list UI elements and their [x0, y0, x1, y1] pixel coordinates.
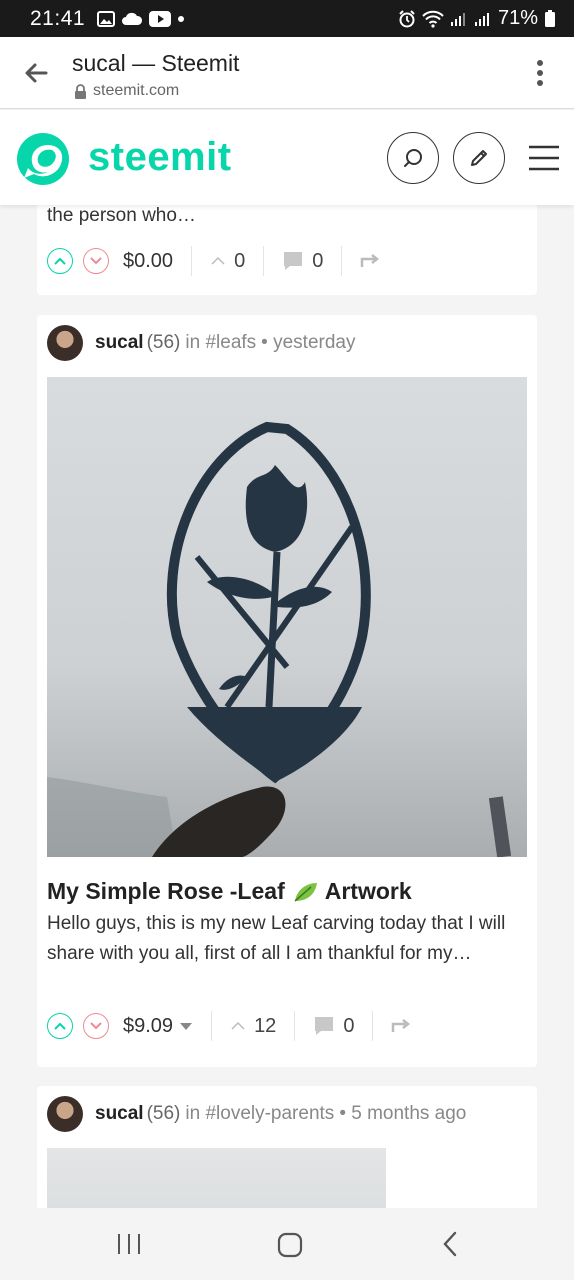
status-bar: 21:41 71% [0, 0, 574, 37]
caret-up-icon [231, 1021, 245, 1030]
leaf-carving-image [47, 421, 512, 857]
hamburger-menu-icon[interactable] [528, 144, 560, 172]
battery-percent: 71% [497, 7, 538, 29]
caret-up-icon [211, 256, 225, 265]
post-actions: $0.00 0 0 [47, 246, 382, 276]
resteem-icon[interactable] [391, 1018, 413, 1034]
downvote-button[interactable] [83, 1013, 109, 1039]
cloud-icon [122, 12, 143, 25]
browser-toolbar: sucal — Steemit steemit.com [0, 37, 574, 109]
vote-count-value: 12 [254, 1014, 277, 1037]
comment-count-value: 0 [343, 1014, 355, 1037]
post-card: the person who… $0.00 0 0 [37, 205, 537, 295]
back-arrow-icon[interactable] [22, 59, 50, 87]
vote-count[interactable]: 12 [230, 1015, 276, 1038]
chevron-up-icon [54, 1022, 66, 1030]
search-icon [404, 149, 422, 167]
comment-icon [284, 252, 303, 270]
post-author-line: sucal (56) in #leafs • yesterday [47, 325, 355, 361]
dot-icon [178, 15, 185, 22]
home-icon[interactable] [276, 1231, 304, 1259]
vote-count[interactable]: 0 [210, 250, 245, 273]
comment-count-value: 0 [312, 249, 324, 272]
post-title[interactable]: My Simple Rose -Leaf Artwork [47, 878, 412, 905]
browser-page-title: sucal — Steemit [72, 50, 240, 76]
post-community[interactable]: in #lovely-parents [185, 1103, 334, 1125]
url-text: steemit.com [93, 82, 180, 99]
chevron-up-icon [54, 257, 66, 265]
post-excerpt[interactable]: Hello guys, this is my new Leaf carving … [47, 909, 523, 969]
author-name[interactable]: sucal [95, 332, 144, 354]
post-time: • 5 months ago [339, 1103, 467, 1124]
vote-count-value: 0 [234, 249, 246, 272]
more-options-icon[interactable] [536, 59, 544, 87]
post-author-line: sucal (56) in #lovely-parents • 5 months… [47, 1096, 466, 1132]
post-time: • yesterday [261, 332, 356, 353]
upvote-button[interactable] [47, 1013, 73, 1039]
avatar[interactable] [47, 1096, 83, 1132]
author-name[interactable]: sucal [95, 1103, 144, 1125]
lock-icon [75, 83, 86, 99]
post-excerpt[interactable]: the person who… [47, 205, 523, 231]
chevron-down-icon [90, 1022, 102, 1030]
comment-icon [315, 1017, 334, 1035]
wifi-icon [422, 10, 444, 28]
steemit-logo-icon[interactable] [14, 130, 72, 188]
post-payout[interactable]: $0.00 [123, 250, 173, 273]
post-image[interactable] [47, 1148, 386, 1208]
site-brand[interactable]: steemit [88, 135, 232, 180]
upvote-button[interactable] [47, 248, 73, 274]
gallery-icon [97, 10, 116, 27]
battery-icon [545, 9, 555, 27]
status-time: 21:41 [30, 6, 86, 30]
alarm-icon [399, 9, 415, 27]
submit-post-button[interactable] [453, 132, 505, 184]
post-actions: $9.09 12 0 [47, 1011, 413, 1041]
author-reputation: (56) [146, 332, 181, 353]
site-header: steemit [0, 110, 574, 205]
downvote-button[interactable] [83, 248, 109, 274]
system-back-icon[interactable] [440, 1230, 460, 1258]
youtube-icon [149, 10, 172, 27]
post-feed: the person who… $0.00 0 0 sucal (56) in [0, 205, 574, 1208]
avatar[interactable] [47, 325, 83, 361]
signal-icon-2 [474, 12, 489, 26]
pencil-icon [471, 150, 487, 166]
post-card: sucal (56) in #leafs • yesterday My Simp… [37, 315, 537, 1067]
browser-url[interactable]: steemit.com [74, 82, 179, 100]
leaf-emoji-icon [294, 882, 317, 902]
recent-apps-icon[interactable] [116, 1232, 142, 1256]
resteem-icon[interactable] [360, 253, 382, 269]
post-card: sucal (56) in #lovely-parents • 5 months… [37, 1086, 537, 1208]
post-payout[interactable]: $9.09 [123, 1015, 173, 1038]
search-button[interactable] [387, 132, 439, 184]
signal-icon [450, 12, 465, 26]
post-community[interactable]: in #leafs [185, 332, 256, 354]
author-reputation: (56) [146, 1103, 181, 1124]
comment-count[interactable]: 0 [282, 250, 323, 273]
payout-dropdown-icon[interactable] [179, 1021, 193, 1031]
comment-count[interactable]: 0 [313, 1015, 354, 1038]
chevron-down-icon [90, 257, 102, 265]
post-image[interactable] [47, 377, 527, 857]
system-navigation-bar [0, 1208, 574, 1280]
